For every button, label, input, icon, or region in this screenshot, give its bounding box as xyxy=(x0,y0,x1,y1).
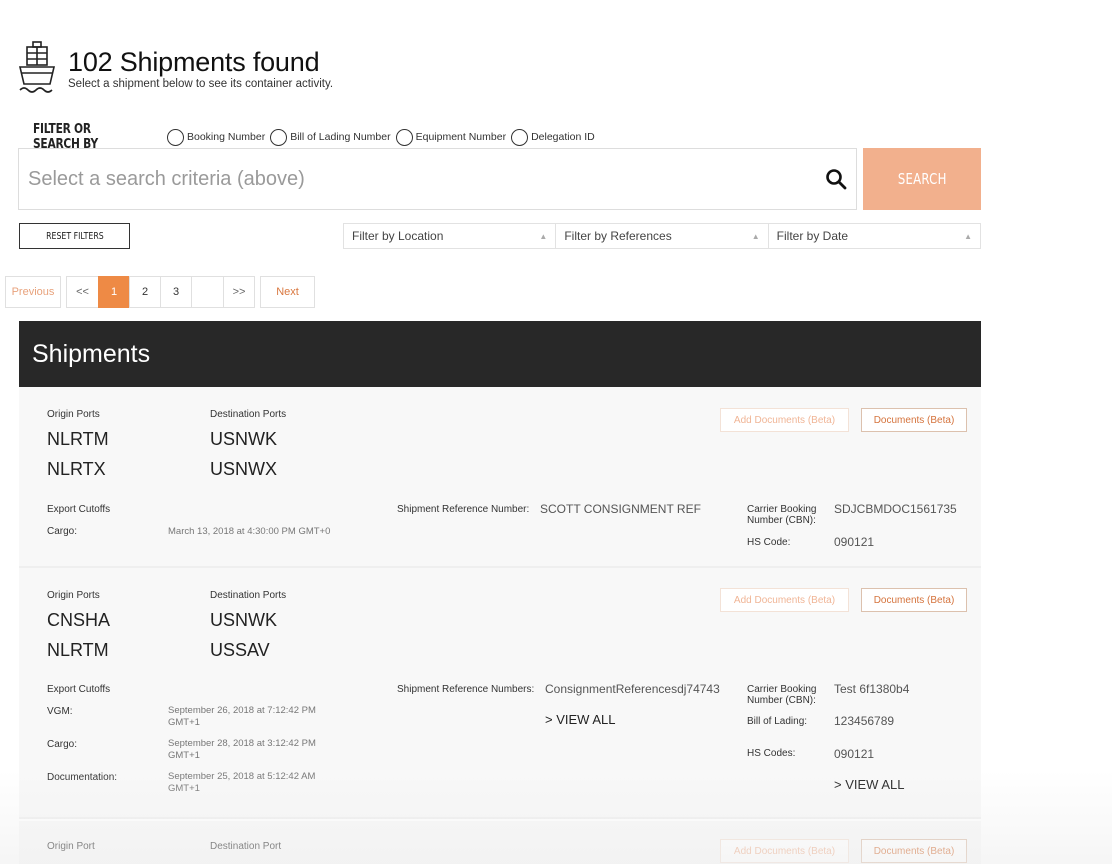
search-button-label: SEARCH xyxy=(897,170,947,188)
search-input[interactable] xyxy=(28,167,824,191)
cutoff-value: March 13, 2018 at 4:30:00 PM GMT+0 xyxy=(168,526,331,537)
origin-port-label: Origin Port xyxy=(47,841,95,852)
page-button-empty xyxy=(191,276,223,308)
pagination: Previous << 1 2 3 >> Next xyxy=(5,276,315,308)
search-icon[interactable] xyxy=(824,167,848,191)
radio-booking-number[interactable]: Booking Number xyxy=(167,128,266,146)
page-button-2[interactable]: 2 xyxy=(129,276,160,308)
destination-port: USNWX xyxy=(210,459,277,479)
shipment-reference-value: SCOTT CONSIGNMENT REF xyxy=(540,502,701,516)
cutoff-label: Cargo: xyxy=(47,526,78,537)
dropdown-label: Filter by References xyxy=(564,229,672,243)
shipment-reference-label: Shipment Reference Number: xyxy=(397,504,530,515)
origin-port: CNSHA xyxy=(47,610,111,630)
caret-up-icon: ▲ xyxy=(539,231,548,241)
caret-up-icon: ▲ xyxy=(751,231,760,241)
radio-equipment-number[interactable]: Equipment Number xyxy=(395,128,507,146)
radio-label: Booking Number xyxy=(187,131,266,143)
last-page-button[interactable]: >> xyxy=(223,276,255,308)
cutoff-label: Documentation: xyxy=(47,772,118,783)
view-all-references-link[interactable]: > VIEW ALL xyxy=(545,712,615,727)
cutoff-label: VGM: xyxy=(47,706,73,717)
carrier-booking-value: Test 6f1380b4 xyxy=(834,682,910,696)
radio-circle[interactable] xyxy=(511,128,529,146)
origin-port: NLRTX xyxy=(47,459,106,479)
export-cutoffs-label: Export Cutoffs xyxy=(47,684,111,695)
page-button-1[interactable]: 1 xyxy=(98,276,129,308)
hs-codes-label: HS Codes: xyxy=(747,748,796,759)
next-button[interactable]: Next xyxy=(260,276,315,308)
page-header: 102 Shipments found Select a shipment be… xyxy=(18,40,333,94)
cutoff-label: Cargo: xyxy=(47,739,78,750)
cargo-ship-icon xyxy=(18,41,56,93)
shipments-section-title: Shipments xyxy=(19,321,981,387)
page-subtitle: Select a shipment below to see its conta… xyxy=(68,78,334,90)
shipment-card[interactable]: Origin Ports Destination Ports CNSHA NLR… xyxy=(19,568,981,819)
page-button-3[interactable]: 3 xyxy=(160,276,191,308)
radio-delegation-id[interactable]: Delegation ID xyxy=(511,128,595,146)
shipment-card[interactable]: Origin Ports Destination Ports NLRTM NLR… xyxy=(19,387,981,568)
dropdown-label: Filter by Location xyxy=(352,229,444,243)
radio-circle[interactable] xyxy=(270,128,288,146)
radio-label: Equipment Number xyxy=(415,131,507,143)
reset-filters-button[interactable]: RESET FILTERS xyxy=(19,223,130,249)
search-button[interactable]: SEARCH xyxy=(863,148,981,210)
origin-port: NLRTM xyxy=(47,640,109,660)
filter-date-dropdown[interactable]: Filter by Date ▲ xyxy=(769,224,980,248)
shipment-card[interactable]: Origin Port Destination Port Add Documen… xyxy=(19,821,981,864)
caret-up-icon: ▲ xyxy=(964,231,972,241)
documents-button[interactable]: Documents (Beta) xyxy=(861,408,967,432)
radio-circle[interactable] xyxy=(167,128,184,146)
hs-codes-value: 090121 xyxy=(834,747,875,761)
carrier-booking-value: SDJCBMDOC1561735 xyxy=(834,502,957,516)
hs-code-value: 090121 xyxy=(834,535,875,549)
radio-label: Bill of Lading Number xyxy=(290,131,391,143)
filter-dropdowns: Filter by Location ▲ Filter by Reference… xyxy=(343,223,981,249)
hs-code-label: HS Code: xyxy=(747,537,791,548)
dropdown-label: Filter by Date xyxy=(776,229,849,243)
destination-ports-label: Destination Ports xyxy=(210,409,287,420)
destination-ports-label: Destination Ports xyxy=(210,590,287,601)
destination-port: USSAV xyxy=(210,640,270,660)
first-page-button[interactable]: << xyxy=(66,276,98,308)
radio-circle[interactable] xyxy=(395,128,413,146)
radio-label: Delegation ID xyxy=(531,131,595,143)
bill-of-lading-value: 123456789 xyxy=(834,714,895,728)
radio-bill-of-lading-number[interactable]: Bill of Lading Number xyxy=(270,128,391,146)
destination-port: USNWK xyxy=(210,610,277,630)
filter-references-dropdown[interactable]: Filter by References ▲ xyxy=(556,224,769,248)
cutoff-value: September 28, 2018 at 3:12:42 PM GMT+1 xyxy=(168,738,316,761)
previous-button[interactable]: Previous xyxy=(5,276,61,308)
filter-location-dropdown[interactable]: Filter by Location ▲ xyxy=(344,224,557,248)
search-box xyxy=(18,148,857,210)
origin-port: NLRTM xyxy=(47,429,109,449)
documents-button[interactable]: Documents (Beta) xyxy=(861,839,967,863)
shipment-reference-value: ConsignmentReferencesdj74743 xyxy=(545,682,720,696)
add-documents-button[interactable]: Add Documents (Beta) xyxy=(720,588,849,612)
origin-ports-label: Origin Ports xyxy=(47,409,100,420)
add-documents-button[interactable]: Add Documents (Beta) xyxy=(720,408,849,432)
bill-of-lading-label: Bill of Lading: xyxy=(747,716,808,727)
destination-port-label: Destination Port xyxy=(210,841,282,852)
cutoff-value: September 26, 2018 at 7:12:42 PM GMT+1 xyxy=(168,705,316,728)
view-all-hs-codes-link[interactable]: > VIEW ALL xyxy=(834,777,904,792)
shipment-reference-label: Shipment Reference Numbers: xyxy=(397,684,535,695)
destination-port: USNWK xyxy=(210,429,277,449)
export-cutoffs-label: Export Cutoffs xyxy=(47,504,111,515)
carrier-booking-label: Carrier Booking Number (CBN): xyxy=(747,684,817,706)
add-documents-button[interactable]: Add Documents (Beta) xyxy=(720,839,849,863)
page-title: 102 Shipments found xyxy=(68,47,320,77)
cutoff-value: September 25, 2018 at 5:12:42 AM GMT+1 xyxy=(168,771,316,794)
documents-button[interactable]: Documents (Beta) xyxy=(861,588,967,612)
reset-filters-label: RESET FILTERS xyxy=(45,230,104,242)
carrier-booking-label: Carrier Booking Number (CBN): xyxy=(747,504,817,526)
origin-ports-label: Origin Ports xyxy=(47,590,100,601)
